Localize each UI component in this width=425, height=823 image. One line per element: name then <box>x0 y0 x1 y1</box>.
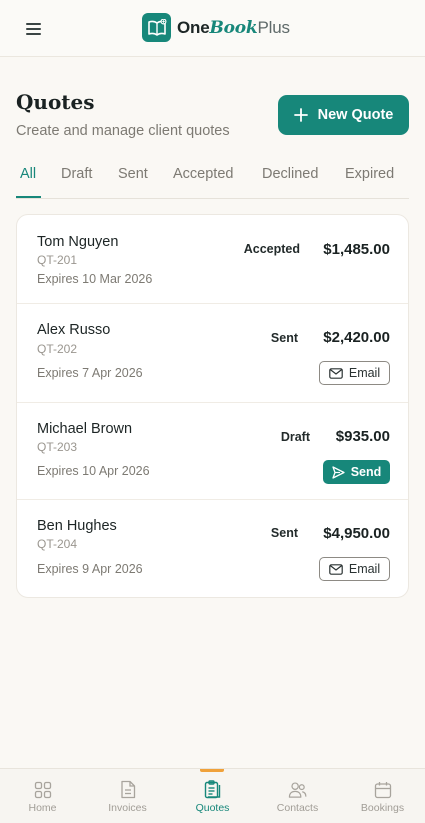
nav-contacts[interactable]: Contacts <box>255 769 340 823</box>
tab-accepted[interactable]: Accepted <box>173 166 233 182</box>
nav-label: Contacts <box>276 802 319 814</box>
nav-invoices[interactable]: Invoices <box>85 769 170 823</box>
send-label: Send <box>350 465 382 479</box>
nav-bookings[interactable]: Bookings <box>340 769 425 823</box>
book-logo-icon <box>142 13 171 42</box>
client-name: Tom Nguyen <box>37 234 119 250</box>
clipboard-icon <box>203 780 222 799</box>
client-name: Michael Brown <box>37 421 133 437</box>
new-quote-label: New Quote <box>317 107 394 123</box>
status-tabs: All Draft Sent Accepted Declined Expired <box>16 158 409 199</box>
page-subtitle: Create and manage client quotes <box>16 123 230 139</box>
status-badge: Sent <box>270 526 298 540</box>
quote-row[interactable]: Michael Brown QT-203 Expires 10 Apr 2026… <box>17 403 408 500</box>
grid-icon <box>33 780 52 799</box>
top-bar: OneBookPlus <box>0 0 425 57</box>
plus-icon <box>293 108 308 122</box>
tab-draft[interactable]: Draft <box>61 166 92 182</box>
send-button[interactable]: Send <box>323 460 390 484</box>
quote-number: QT-204 <box>37 537 78 551</box>
quote-number: QT-202 <box>37 342 78 356</box>
quote-amount: $1,485.00 <box>323 241 390 258</box>
nav-label: Invoices <box>108 802 147 814</box>
quote-amount: $935.00 <box>335 428 390 445</box>
mail-icon <box>329 367 343 379</box>
email-label: Email <box>348 366 381 380</box>
calendar-icon <box>373 780 392 799</box>
logo-text-plus: Plus <box>257 17 290 37</box>
app-name: OneBookPlus <box>177 18 290 38</box>
quote-row[interactable]: Tom Nguyen QT-201 Expires 10 Mar 2026 Ac… <box>17 215 408 304</box>
nav-home[interactable]: Home <box>0 769 85 823</box>
status-badge: Accepted <box>243 242 300 256</box>
logo-text-one: One <box>177 17 210 37</box>
quote-amount: $4,950.00 <box>323 525 390 542</box>
email-label: Email <box>348 562 381 576</box>
nav-label: Bookings <box>360 802 405 814</box>
tab-all[interactable]: All <box>20 166 36 182</box>
tab-expired[interactable]: Expired <box>345 166 394 182</box>
active-nav-indicator <box>200 769 224 772</box>
quote-number: QT-203 <box>37 440 78 454</box>
mail-icon <box>329 563 343 575</box>
quote-amount: $2,420.00 <box>323 329 390 346</box>
nav-label: Home <box>28 802 57 814</box>
expiry-date: Expires 7 Apr 2026 <box>37 366 143 380</box>
app-logo[interactable]: OneBookPlus <box>142 13 290 42</box>
expiry-date: Expires 9 Apr 2026 <box>37 562 143 576</box>
page-title: Quotes <box>16 90 95 114</box>
new-quote-button[interactable]: New Quote <box>278 95 409 135</box>
expiry-date: Expires 10 Apr 2026 <box>37 464 150 478</box>
status-badge: Draft <box>280 430 310 444</box>
tab-declined[interactable]: Declined <box>262 166 318 182</box>
nav-quotes[interactable]: Quotes <box>170 769 255 823</box>
quote-row[interactable]: Alex Russo QT-202 Expires 7 Apr 2026 Sen… <box>17 304 408 403</box>
client-name: Ben Hughes <box>37 518 117 534</box>
bottom-navigation: Home Invoices Quotes Contacts Bookings <box>0 768 425 823</box>
quotes-list: Tom Nguyen QT-201 Expires 10 Mar 2026 Ac… <box>16 214 409 598</box>
quote-row[interactable]: Ben Hughes QT-204 Expires 9 Apr 2026 Sen… <box>17 500 408 597</box>
quote-number: QT-201 <box>37 253 78 267</box>
tab-sent[interactable]: Sent <box>118 166 148 182</box>
email-button[interactable]: Email <box>319 557 390 581</box>
email-button[interactable]: Email <box>319 361 390 385</box>
active-tab-indicator <box>16 196 41 198</box>
send-icon <box>332 465 345 479</box>
nav-label: Quotes <box>195 802 230 814</box>
status-badge: Sent <box>270 331 298 345</box>
logo-text-book: Book <box>209 17 258 38</box>
expiry-date: Expires 10 Mar 2026 <box>37 272 153 286</box>
hamburger-icon[interactable] <box>22 18 46 40</box>
client-name: Alex Russo <box>37 322 111 338</box>
users-icon <box>288 780 307 799</box>
document-icon <box>118 780 137 799</box>
